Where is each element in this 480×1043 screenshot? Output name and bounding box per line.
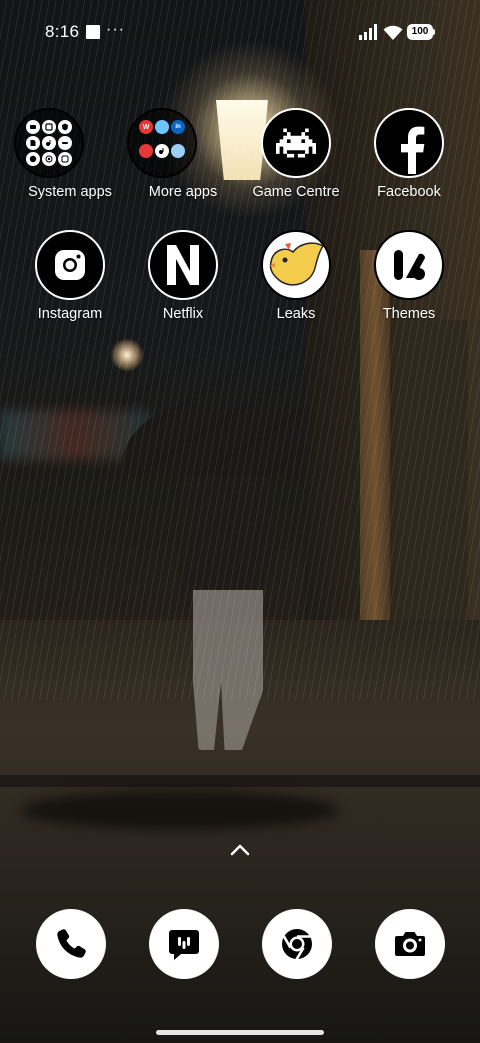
app-game-centre[interactable]: Game Centre xyxy=(240,108,352,200)
app-themes[interactable]: Themes xyxy=(353,230,465,322)
app-leaks[interactable]: Leaks xyxy=(240,230,352,322)
messages-icon xyxy=(169,930,199,960)
phone-icon xyxy=(57,929,86,958)
facebook-icon xyxy=(374,108,444,178)
bird-icon xyxy=(261,230,331,300)
more-notifications-icon: ··· xyxy=(106,21,125,38)
mini-app-icon xyxy=(155,120,169,134)
app-label: Instagram xyxy=(37,306,103,322)
dock-phone[interactable] xyxy=(36,909,106,979)
folder-icon: W in xyxy=(127,108,197,178)
dock-chrome[interactable] xyxy=(262,909,332,979)
app-label: Netflix xyxy=(162,306,204,322)
app-label: System apps xyxy=(28,184,112,200)
app-instagram[interactable]: Instagram xyxy=(14,230,126,322)
app-label: Leaks xyxy=(276,306,316,322)
battery-level: 100 xyxy=(411,26,429,37)
app-label: Game Centre xyxy=(252,184,340,200)
app-system-apps-folder[interactable]: System apps xyxy=(14,108,126,200)
gesture-navigation-bar[interactable] xyxy=(156,1030,324,1035)
chrome-icon xyxy=(282,929,312,961)
status-bar: 8:16 ··· 100 xyxy=(0,0,480,64)
app-netflix[interactable]: Netflix xyxy=(127,230,239,322)
wifi-icon xyxy=(383,25,403,40)
chevron-up-icon[interactable] xyxy=(228,842,252,858)
app-label: Facebook xyxy=(377,184,441,200)
camera-icon xyxy=(395,932,425,956)
mini-app-icon xyxy=(139,144,153,158)
mini-app-icon xyxy=(171,144,185,158)
app-label: Themes xyxy=(382,306,436,322)
instagram-icon xyxy=(35,230,105,300)
app-facebook[interactable]: Facebook xyxy=(353,108,465,200)
notification-icon xyxy=(86,25,100,39)
space-invader-icon xyxy=(261,108,331,178)
app-label: More apps xyxy=(148,184,218,200)
dock-camera[interactable] xyxy=(375,909,445,979)
mini-app-icon: W xyxy=(139,120,153,134)
folder-icon xyxy=(14,108,84,178)
clock: 8:16 xyxy=(45,22,80,41)
signal-icon xyxy=(359,24,377,40)
netflix-icon xyxy=(148,230,218,300)
mini-app-icon xyxy=(155,144,169,158)
themes-icon xyxy=(374,230,444,300)
dock-messages[interactable] xyxy=(149,909,219,979)
battery-icon: 100 xyxy=(407,24,435,40)
app-more-apps-folder[interactable]: W in More apps xyxy=(127,108,239,200)
mini-app-icon: in xyxy=(171,120,185,134)
